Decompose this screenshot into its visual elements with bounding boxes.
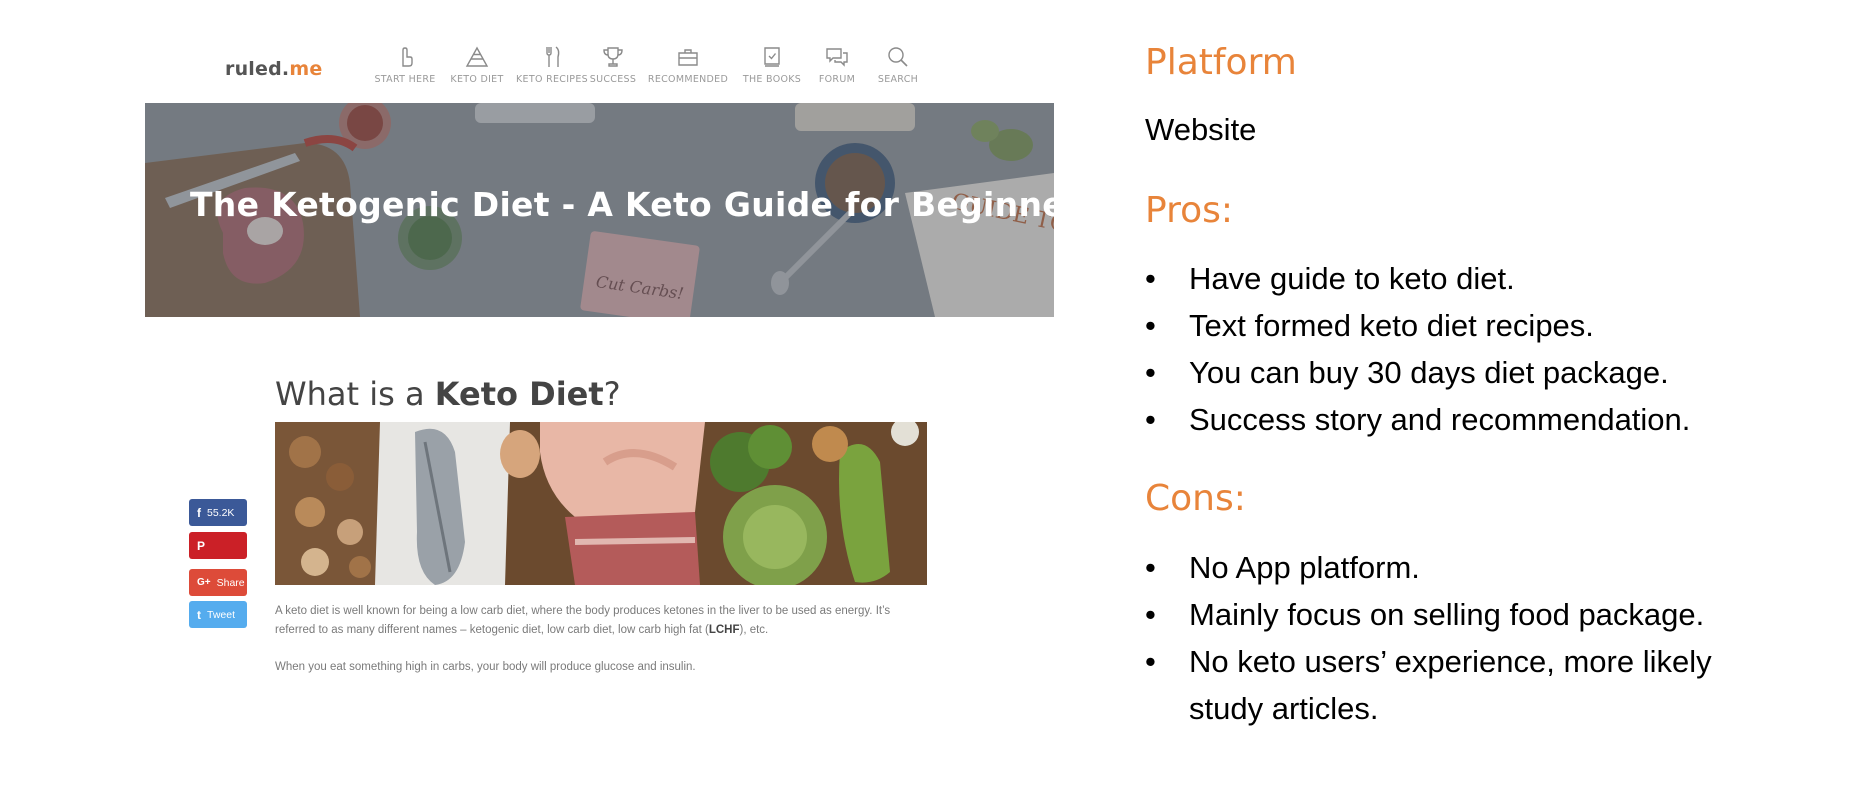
twitter-icon: t [197, 607, 201, 622]
article-title-bold: Keto Diet [434, 375, 604, 413]
cons-list: No App platform. Mainly focus on selling… [1145, 544, 1712, 732]
nav-search[interactable]: SEARCH [855, 44, 941, 85]
pros-item: Success story and recommendation. [1145, 396, 1690, 443]
nav-label: SEARCH [877, 74, 919, 85]
platform-heading: Platform [1145, 42, 1297, 83]
fork-knife-icon [546, 46, 560, 67]
facebook-share-count: 55.2K [207, 506, 235, 519]
twitter-share-label: Tweet [207, 608, 236, 621]
pros-heading: Pros: [1145, 190, 1233, 231]
pinterest-icon: P [197, 538, 206, 553]
trophy-icon [603, 47, 623, 67]
pros-item: Have guide to keto diet. [1145, 255, 1690, 302]
twitter-share-button[interactable]: t Tweet [189, 601, 247, 628]
hero-banner: Cut Carbs! GUIDE TO KETO The Ketogenic D… [145, 103, 1054, 317]
hand-pointer-icon [402, 47, 413, 67]
pros-item: Text formed keto diet recipes. [1145, 302, 1690, 349]
chat-bubbles-icon [826, 48, 848, 67]
briefcase-icon [678, 49, 698, 66]
google-plus-share-label: Share [216, 576, 245, 589]
para1-text: A keto diet is well known for being a lo… [275, 605, 891, 636]
pros-item: You can buy 30 days diet package. [1145, 349, 1690, 396]
cons-item: Mainly focus on selling food package. [1145, 591, 1712, 638]
para1-tail: ), etc. [739, 624, 769, 636]
search-icon [888, 47, 908, 67]
nav-label: FORUM [818, 74, 856, 85]
platform-value: Website [1145, 112, 1257, 147]
nav-label: THE BOOKS [742, 74, 802, 85]
book-check-icon [764, 47, 780, 67]
nav-label: KETO DIET [450, 74, 504, 85]
site-logo[interactable]: ruled.me [225, 58, 322, 80]
article-food-image [275, 422, 927, 585]
website-screenshot: ruled.me START HERE KETO DIET KETO RECIP… [145, 40, 1054, 700]
logo-accent-text: me [289, 58, 323, 80]
nav-label: START HERE [374, 74, 436, 85]
food-photo [275, 422, 927, 585]
article-title-prefix: What is a [275, 375, 435, 413]
article-paragraph-2: When you eat something high in carbs, yo… [275, 661, 696, 673]
google-plus-share-button[interactable]: G+ Share [189, 569, 247, 596]
hero-title: The Ketogenic Diet - A Keto Guide for Be… [190, 185, 1054, 224]
cons-heading: Cons: [1145, 478, 1246, 519]
facebook-share-button[interactable]: f 55.2K [189, 499, 247, 526]
logo-text: ruled. [225, 58, 290, 80]
pros-list: Have guide to keto diet. Text formed ket… [1145, 255, 1690, 443]
nav-success[interactable]: SUCCESS [570, 44, 656, 85]
nav-label: RECOMMENDED [647, 74, 729, 85]
pinterest-share-button[interactable]: P [189, 532, 247, 559]
article-title: What is a Keto Diet? [275, 375, 621, 413]
article-paragraph-1: A keto diet is well known for being a lo… [275, 602, 930, 640]
cons-item: No keto users’ experience, more likely [1145, 638, 1712, 685]
nav-label: SUCCESS [589, 74, 637, 85]
google-plus-icon: G+ [197, 577, 211, 588]
pyramid-icon [465, 46, 489, 67]
cons-item-continued: study articles. [1189, 691, 1379, 726]
facebook-icon: f [197, 505, 201, 520]
nav-recommended[interactable]: RECOMMENDED [645, 44, 731, 85]
para1-bold: LCHF [708, 624, 740, 636]
cons-item: No App platform. [1145, 544, 1712, 591]
article-title-suffix: ? [603, 375, 621, 413]
nav-keto-diet[interactable]: KETO DIET [434, 44, 520, 85]
